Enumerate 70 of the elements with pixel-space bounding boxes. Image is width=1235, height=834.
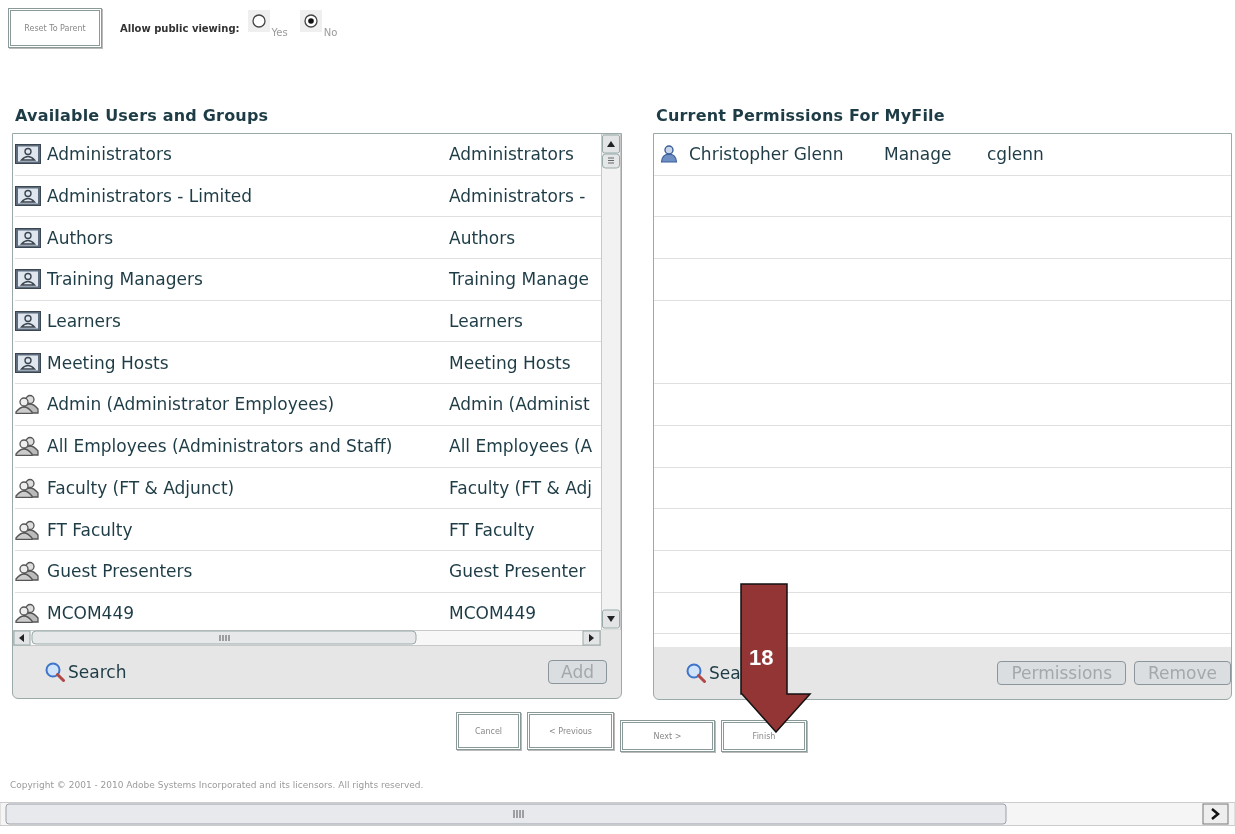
people-icon [15, 477, 41, 498]
search-icon [45, 662, 65, 682]
list-row[interactable]: All Employees (Administrators and Staff) All Employees (A [15, 425, 601, 468]
radio-label: Yes [271, 27, 288, 38]
person-icon [660, 145, 678, 164]
radio-button[interactable] [247, 10, 270, 32]
panel-heading: Available Users and Groups [15, 106, 270, 125]
wizard-button[interactable]: < Previous [527, 712, 614, 750]
name-cell: Guest Presenters [47, 561, 193, 582]
name-cell: Guest Presenter [449, 561, 586, 582]
name-cell: Administrators [47, 144, 172, 165]
person-card-icon [15, 311, 41, 332]
name-cell: FT Faculty [47, 519, 133, 540]
people-icon [15, 519, 41, 540]
name-cell: MCOM449 [449, 602, 537, 623]
step-number: 18 [749, 645, 774, 671]
people-icon [15, 561, 41, 582]
public-viewing-label: Allow public viewing: [120, 22, 240, 34]
copyright-text: Copyright © 2001 - 2010 Adobe Systems Incorporated and its licensors. All rights reserved. [10, 780, 425, 790]
panel-heading: Current Permissions For MyFile [656, 106, 946, 125]
wizard-button[interactable]: Cancel [456, 712, 521, 750]
list-row[interactable]: Administrators Administrators [15, 134, 601, 176]
name-cell: All Employees (Administrators and Staff) [47, 436, 393, 457]
search-icon [686, 663, 706, 683]
name-cell: Authors [449, 227, 516, 248]
name-cell: Faculty (FT & Adjunct) [47, 477, 235, 498]
list-row[interactable]: Meeting Hosts Meeting Hosts [15, 342, 601, 385]
search-link[interactable]: Search [68, 662, 127, 682]
list-row[interactable]: Admin (Administrator Employees) Admin (Administ [15, 384, 601, 426]
reset-to-parent-button[interactable]: Reset To Parent [8, 8, 102, 48]
user-name: Christopher Glenn [689, 144, 844, 165]
search-link[interactable]: Sea [709, 663, 741, 683]
name-cell: Training Manage [449, 269, 589, 290]
name-cell: Administrators - [449, 186, 586, 207]
name-cell: Authors [47, 227, 114, 248]
name-cell: Meeting Hosts [47, 352, 169, 373]
name-cell: Learners [47, 311, 121, 332]
list-row[interactable]: Training Managers Training Manage [15, 259, 601, 301]
name-cell: FT Faculty [449, 519, 535, 540]
person-card-icon [15, 144, 41, 165]
people-icon [15, 394, 41, 415]
permission-cell-text: Manage [884, 144, 953, 165]
radio-label: No [323, 27, 338, 38]
list-row[interactable]: Administrators - Limited Administrators - [15, 175, 601, 218]
list-row[interactable]: Authors Authors [15, 217, 601, 260]
person-card-icon [15, 186, 41, 207]
people-icon [15, 602, 41, 623]
name-cell: Administrators - Limited [47, 186, 253, 207]
name-cell: Faculty (FT & Adj [449, 477, 592, 498]
name-cell: MCOM449 [47, 602, 135, 623]
list-row[interactable]: Faculty (FT & Adjunct) Faculty (FT & Adj [15, 467, 601, 510]
name-cell: Learners [449, 311, 523, 332]
name-cell: Meeting Hosts [449, 352, 571, 373]
list-row[interactable]: Guest Presenters Guest Presenter [15, 550, 601, 593]
name-cell: Administrators [449, 144, 574, 165]
permission-row[interactable]: Christopher Glenn Manage cglenn [656, 134, 1231, 176]
login-cell: cglenn [987, 144, 1044, 165]
name-cell: Admin (Administrator Employees) [47, 394, 335, 415]
wizard-button[interactable]: Next > [620, 720, 715, 752]
name-cell: All Employees (A [449, 436, 593, 457]
person-card-icon [15, 227, 41, 248]
wizard-button[interactable]: Finish [721, 720, 807, 752]
person-card-icon [15, 352, 41, 373]
radio-button[interactable] [299, 10, 322, 32]
person-card-icon [15, 269, 41, 290]
list-row[interactable]: Learners Learners [15, 300, 601, 343]
people-icon [15, 436, 41, 457]
name-cell: Training Managers [47, 269, 203, 290]
name-cell: Admin (Administ [449, 394, 590, 415]
list-row[interactable]: FT Faculty FT Faculty [15, 509, 601, 551]
